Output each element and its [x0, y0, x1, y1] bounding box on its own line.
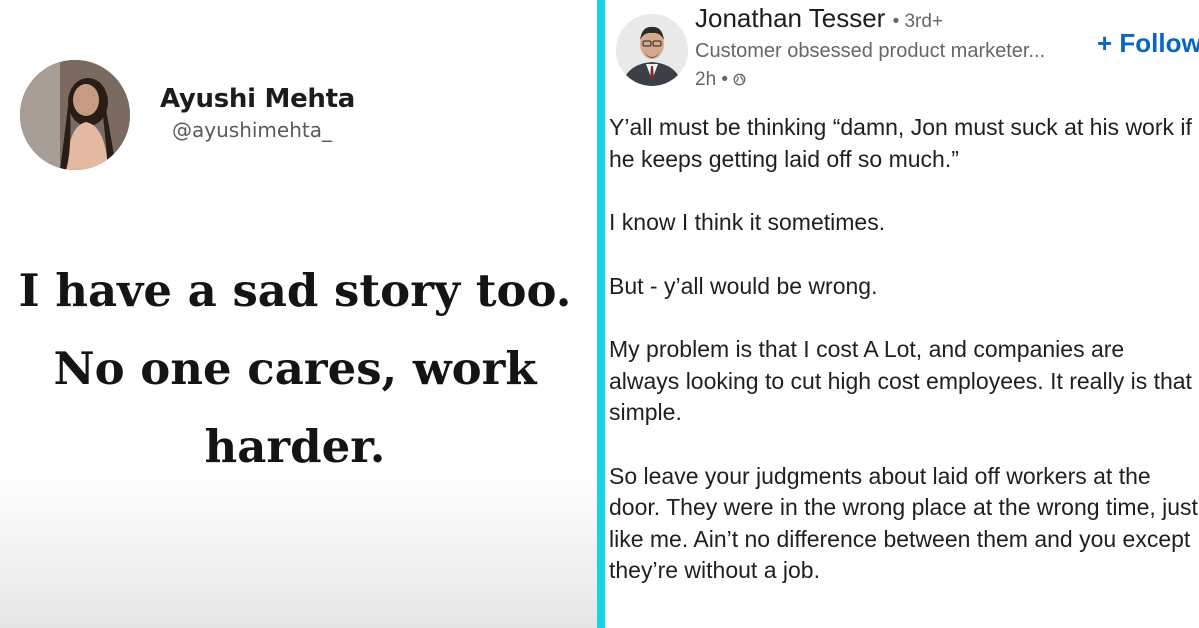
post-paragraph: My problem is that I cost A Lot, and com…: [609, 336, 1192, 425]
quote-line: harder.: [204, 420, 386, 473]
post-paragraph: Y’all must be thinking “damn, Jon must s…: [609, 114, 1192, 172]
poster-name[interactable]: Jonathan Tesser • 3rd+: [695, 3, 943, 34]
panel-divider: [597, 0, 605, 628]
post-paragraph: But - y’all would be wrong.: [609, 272, 878, 299]
author-handle[interactable]: @ayushimehta_: [172, 118, 332, 142]
author-name[interactable]: Ayushi Mehta: [160, 84, 355, 114]
post-time: 2h •: [695, 69, 729, 90]
post-paragraph: So leave your judgments about laid off w…: [609, 462, 1198, 584]
right-post-card: Jonathan Tesser • 3rd+ Customer obsessed…: [605, 0, 1199, 628]
poster-avatar[interactable]: [616, 14, 688, 86]
left-post-card: Ayushi Mehta @ayushimehta_ I have a sad …: [0, 0, 597, 628]
post-body: Y’all must be thinking “damn, Jon must s…: [609, 112, 1199, 619]
post-meta: 2h •: [695, 69, 746, 91]
poster-headline: Customer obsessed product marketer...: [695, 40, 1046, 62]
globe-icon: [733, 73, 746, 86]
quote-line: I have a sad story too.: [18, 264, 572, 317]
quote-text: I have a sad story too. No one cares, wo…: [0, 252, 590, 486]
quote-line: No one cares, work: [53, 342, 537, 395]
poster-name-text[interactable]: Jonathan Tesser: [695, 3, 885, 33]
post-paragraph: I know I think it sometimes.: [609, 209, 886, 235]
connection-degree: • 3rd+: [892, 11, 944, 32]
author-avatar[interactable]: [20, 60, 130, 170]
follow-button[interactable]: + Follow: [1097, 28, 1199, 59]
